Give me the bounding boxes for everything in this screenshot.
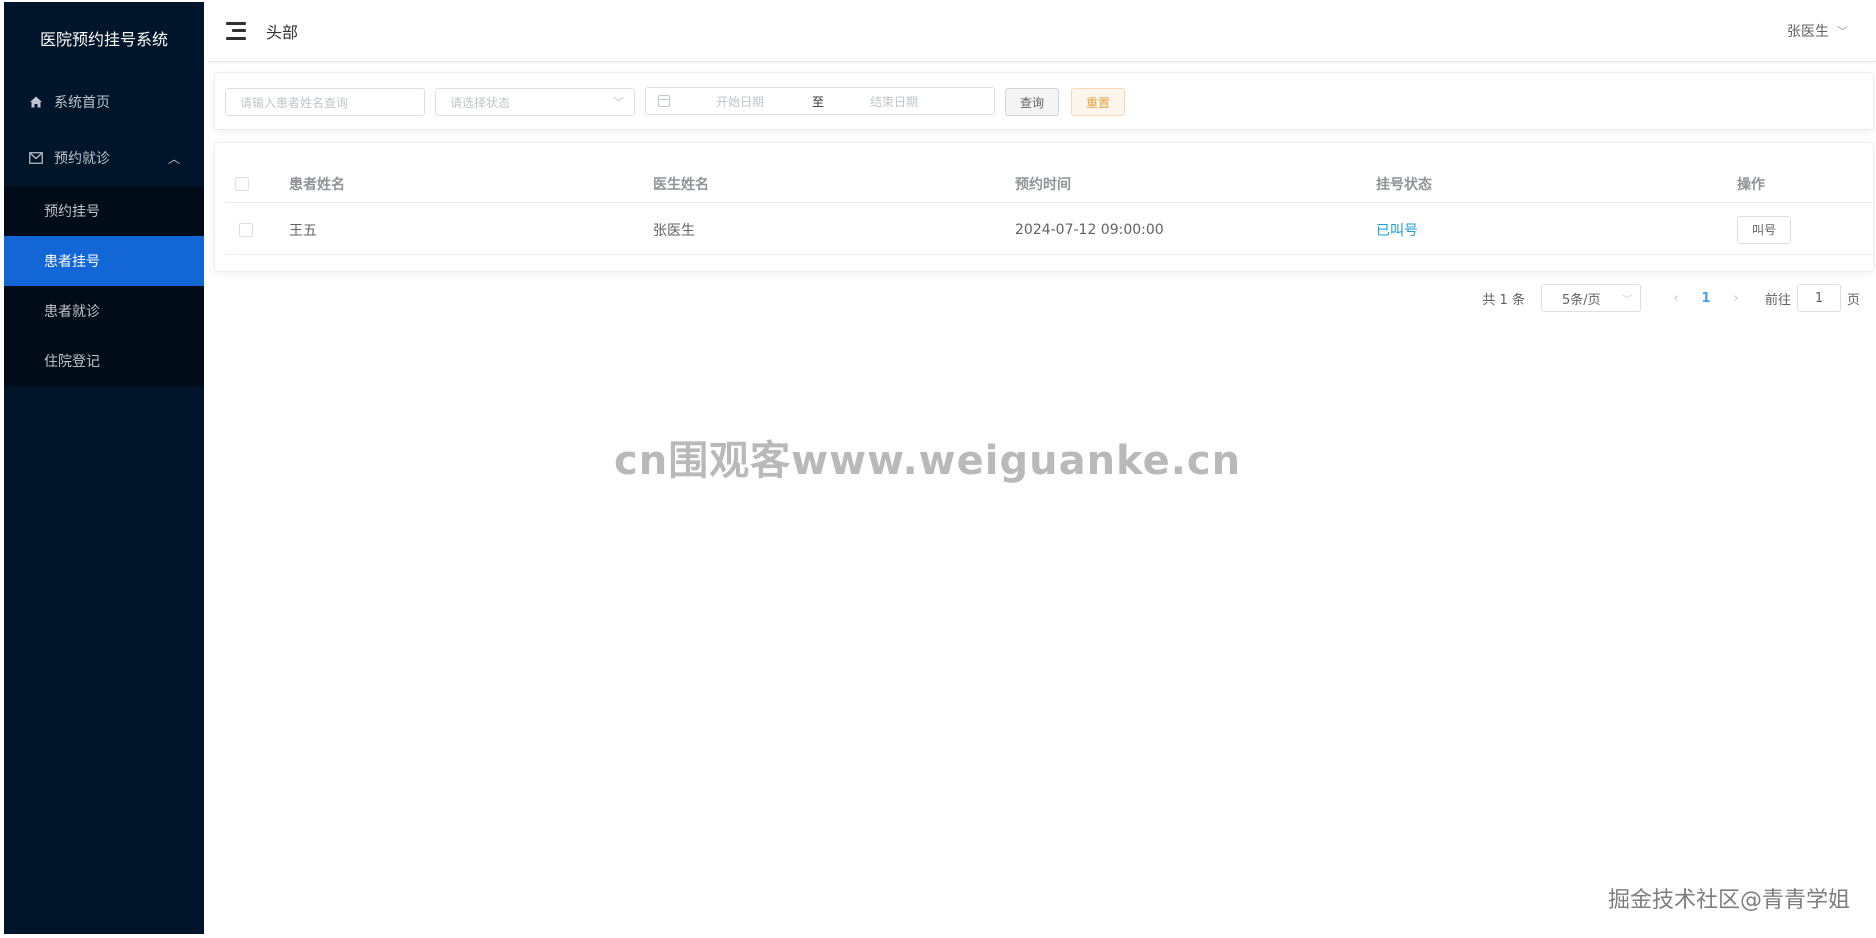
page-suffix: 页: [1846, 292, 1860, 308]
query-button[interactable]: 查询: [1005, 88, 1060, 116]
sidebar-item-label: 系统首页: [54, 95, 110, 111]
end-date-input[interactable]: 结束日期: [870, 93, 918, 110]
page-number[interactable]: 1: [1691, 291, 1721, 306]
app-title: 医院预约挂号系统: [39, 30, 168, 49]
pagination: 共 1 条 5条/页 ﹀ ‹ 1 › 前往 1 页: [1482, 284, 1860, 312]
call-number-button[interactable]: 叫号: [1737, 215, 1792, 244]
pagination-total: 共 1 条: [1482, 292, 1525, 308]
column-header: 操作: [1737, 176, 1765, 193]
status-select-placeholder: 请选择状态: [450, 95, 511, 110]
goto-label: 前往: [1764, 292, 1791, 308]
menu-toggle-icon[interactable]: [226, 21, 248, 40]
sidebar-item-hospitalization[interactable]: 住院登记: [4, 336, 204, 386]
sidebar-item-label: 预约就诊: [54, 151, 110, 167]
sidebar-item-home[interactable]: 系统首页: [4, 74, 204, 130]
column-header: 预约时间: [1015, 176, 1071, 193]
status-select[interactable]: 请选择状态 ﹀: [435, 88, 635, 116]
range-separator: 至: [812, 94, 825, 109]
column-header: 挂号状态: [1376, 176, 1432, 193]
cell-doctor-name: 张医生: [653, 222, 695, 239]
page-size-value: 5条/页: [1561, 292, 1601, 308]
page-size-select[interactable]: 5条/页 ﹀: [1540, 284, 1641, 312]
cell-status: 已叫号: [1376, 222, 1418, 239]
chevron-up-icon: ︿: [167, 151, 180, 166]
submenu-appointment: 预约挂号 患者挂号 患者就诊 住院登记: [4, 186, 204, 386]
sidebar-item-appointment[interactable]: 预约就诊 ︿: [4, 130, 204, 186]
sidebar: 医院预约挂号系统 系统首页 预约就诊 ︿ 预约挂号 患者挂号 患者就诊 住院登记: [4, 2, 204, 934]
column-header: 患者姓名: [289, 176, 345, 193]
date-range-picker[interactable]: 开始日期 至 结束日期: [645, 87, 995, 115]
table-row: 王五 张医生 2024-07-12 09:00:00 已叫号 叫号: [225, 205, 1873, 255]
sidebar-item-patient-register[interactable]: 患者挂号: [4, 236, 204, 286]
chevron-down-icon: ﹀: [1621, 294, 1632, 306]
home-icon: [28, 94, 44, 110]
registration-table: 患者姓名 医生姓名 预约时间 挂号状态 操作 王五 张医生 2024-07-12…: [214, 142, 1874, 272]
mail-icon: [28, 150, 44, 166]
prev-page-icon[interactable]: ‹: [1661, 291, 1691, 306]
app-root: 医院预约挂号系统 系统首页 预约就诊 ︿ 预约挂号 患者挂号 患者就诊 住院登记…: [0, 0, 1876, 938]
reset-button[interactable]: 重置: [1071, 88, 1126, 116]
row-checkbox[interactable]: [239, 222, 253, 237]
top-header: 头部 张医生 ﹀: [208, 0, 1876, 62]
table-header: 患者姓名 医生姓名 预约时间 挂号状态 操作: [225, 165, 1873, 203]
column-header: 医生姓名: [653, 176, 709, 193]
goto-page-input[interactable]: 1: [1796, 284, 1841, 312]
user-menu[interactable]: 张医生 ﹀: [1787, 21, 1848, 41]
cell-patient-name: 王五: [289, 222, 317, 239]
select-all-checkbox[interactable]: [235, 176, 249, 191]
chevron-down-icon: ﹀: [1837, 24, 1848, 38]
page-title: 头部: [266, 22, 299, 42]
chevron-down-icon: ﹀: [613, 96, 624, 109]
next-page-icon[interactable]: ›: [1721, 291, 1751, 306]
filter-bar: 请输入患者姓名查询 请选择状态 ﹀ 开始日期 至 结束日期 查询 重置: [214, 72, 1874, 130]
sidebar-item-patient-visit[interactable]: 患者就诊: [4, 286, 204, 336]
watermark-center: cn围观客www.weiguanke.cn: [614, 438, 1242, 484]
patient-name-input[interactable]: 请输入患者姓名查询: [225, 88, 425, 116]
watermark-corner: 掘金技术社区@青青学姐: [1607, 888, 1850, 913]
sidebar-item-book[interactable]: 预约挂号: [4, 186, 204, 236]
calendar-icon: [658, 95, 670, 107]
user-name: 张医生: [1787, 23, 1829, 40]
cell-appointment-time: 2024-07-12 09:00:00: [1015, 221, 1164, 238]
start-date-input[interactable]: 开始日期: [716, 93, 764, 110]
